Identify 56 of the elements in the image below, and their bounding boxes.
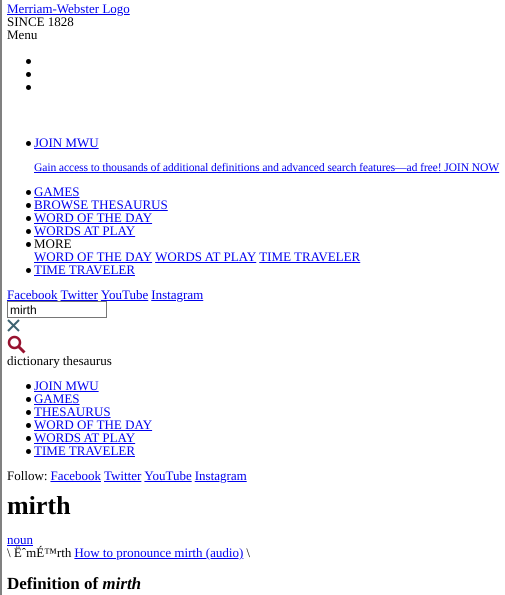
social-link[interactable]: YouTube xyxy=(144,469,192,482)
bullet-icon xyxy=(26,397,31,402)
nav-link[interactable]: JOIN MWU xyxy=(34,378,99,393)
nav-link[interactable]: TIME TRAVELER xyxy=(34,262,135,277)
search-tab[interactable]: dictionary xyxy=(7,354,60,367)
audio-link[interactable]: How to pronounce mirth (audio) xyxy=(74,546,244,559)
social-link[interactable]: Twitter xyxy=(60,288,98,301)
nav-link[interactable]: JOIN MWU xyxy=(34,135,99,150)
bullet-icon xyxy=(26,72,31,77)
nav-link[interactable]: WORD OF THE DAY xyxy=(34,210,152,225)
search-tab[interactable]: thesaurus xyxy=(62,354,112,367)
pronunciation: \ ËˆmÉ™rth xyxy=(7,546,72,559)
social-link[interactable]: Instagram xyxy=(151,288,204,301)
bullet-icon xyxy=(26,268,31,273)
headword: mirth xyxy=(7,491,72,521)
promo-link[interactable]: Gain access to thousands of additional definitions and advanced search features—ad free! JOIN NOW xyxy=(34,161,500,174)
social-link[interactable]: Facebook xyxy=(50,469,102,482)
bullet-icon xyxy=(26,85,31,90)
nav-link[interactable]: TIME TRAVELER xyxy=(34,443,135,458)
bullet-icon xyxy=(26,436,31,441)
bullet-icon xyxy=(26,423,31,428)
nav-link[interactable]: BROWSE THESAURUS xyxy=(34,197,168,212)
social-link[interactable]: YouTube xyxy=(100,288,148,301)
more-label: MORE xyxy=(34,236,72,251)
definition-heading: Definition of mirth xyxy=(7,574,142,594)
bullet-icon xyxy=(26,449,31,454)
nav-link[interactable]: WORD OF THE DAY xyxy=(34,417,152,432)
close-icon[interactable] xyxy=(7,319,20,332)
bullet-icon xyxy=(26,410,31,415)
bullet-icon xyxy=(26,190,31,195)
nav-link[interactable]: THESAURUS xyxy=(34,404,111,419)
follow-label: Follow: xyxy=(7,469,48,482)
nav-link[interactable]: GAMES xyxy=(34,184,80,199)
submenu-link[interactable]: WORD OF THE DAY xyxy=(34,250,152,263)
part-of-speech-link[interactable]: noun xyxy=(7,532,33,547)
search-icon[interactable] xyxy=(7,335,26,354)
social-link[interactable]: Instagram xyxy=(194,469,247,482)
pronunciation-end: \ xyxy=(246,546,250,559)
bullet-icon xyxy=(26,384,31,389)
search-field[interactable]: mirth xyxy=(7,301,107,318)
bullet-icon xyxy=(26,59,31,64)
bullet-icon xyxy=(26,141,31,146)
bullet-icon xyxy=(26,203,31,208)
bullet-icon xyxy=(26,216,31,221)
tagline: SINCE 1828 xyxy=(7,14,74,29)
social-link[interactable]: Twitter xyxy=(104,469,142,482)
submenu-link[interactable]: TIME TRAVELER xyxy=(259,250,360,263)
bullet-icon xyxy=(26,242,31,247)
nav-link[interactable]: WORDS AT PLAY xyxy=(34,430,136,445)
nav-link[interactable]: GAMES xyxy=(34,391,80,406)
nav-link[interactable]: WORDS AT PLAY xyxy=(34,223,136,238)
submenu-link[interactable]: WORDS AT PLAY xyxy=(155,250,256,263)
menu-label: Menu xyxy=(7,27,38,42)
bullet-icon xyxy=(26,229,31,234)
logo-link[interactable]: Merriam-Webster Logo xyxy=(7,1,130,16)
social-link[interactable]: Facebook xyxy=(7,288,58,301)
